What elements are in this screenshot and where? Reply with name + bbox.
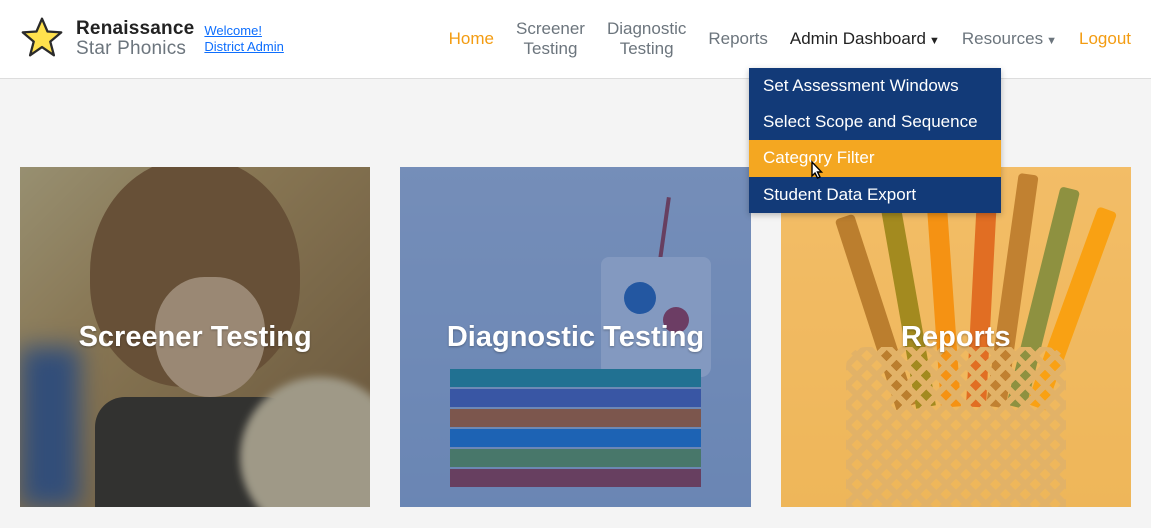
nav-logout[interactable]: Logout [1079, 29, 1131, 49]
nav-admin-dashboard[interactable]: Admin Dashboard▼ [790, 29, 940, 49]
nav-diagnostic-testing[interactable]: Diagnostic Testing [607, 19, 686, 58]
brand-line2: Star Phonics [76, 39, 194, 59]
admin-dashboard-dropdown: Set Assessment Windows Select Scope and … [749, 68, 1001, 213]
card-title: Diagnostic Testing [447, 321, 704, 354]
caret-down-icon: ▼ [929, 35, 940, 47]
caret-down-icon: ▼ [1046, 35, 1057, 47]
dropdown-select-scope-sequence[interactable]: Select Scope and Sequence [749, 104, 1001, 140]
top-header: Renaissance Star Phonics Welcome! Distri… [0, 0, 1151, 79]
welcome-link[interactable]: Welcome! District Admin [204, 23, 304, 56]
card-title: Reports [901, 321, 1011, 354]
dropdown-set-assessment-windows[interactable]: Set Assessment Windows [749, 68, 1001, 104]
logo-block: Renaissance Star Phonics [20, 15, 194, 64]
star-icon [20, 15, 64, 64]
brand-text: Renaissance Star Phonics [76, 19, 194, 59]
nav-admin-label: Admin Dashboard [790, 29, 926, 48]
brand-line1: Renaissance [76, 19, 194, 39]
card-reports[interactable]: Reports [781, 167, 1131, 507]
nav-screener-testing[interactable]: Screener Testing [516, 19, 585, 58]
dropdown-student-data-export[interactable]: Student Data Export [749, 177, 1001, 213]
card-diagnostic-testing[interactable]: Diagnostic Testing [400, 167, 750, 507]
dropdown-category-filter[interactable]: Category Filter [749, 140, 1001, 176]
card-screener-testing[interactable]: Screener Testing [20, 167, 370, 507]
main-nav: Home Screener Testing Diagnostic Testing… [449, 19, 1131, 58]
nav-reports[interactable]: Reports [708, 29, 768, 49]
nav-resources[interactable]: Resources▼ [962, 29, 1057, 49]
nav-home[interactable]: Home [449, 29, 494, 49]
nav-resources-label: Resources [962, 29, 1043, 48]
card-title: Screener Testing [79, 321, 312, 354]
